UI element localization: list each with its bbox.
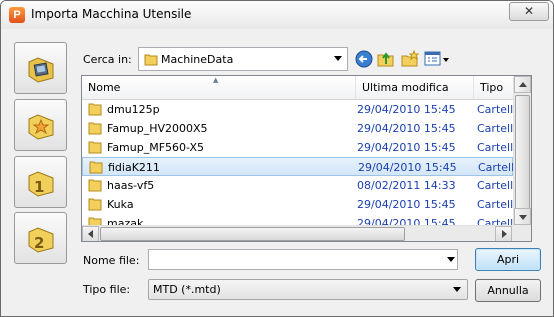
- scroll-right-button[interactable]: [495, 226, 512, 241]
- file-modified: 29/04/2010 15:45: [357, 103, 456, 116]
- folder-icon: [89, 161, 103, 174]
- folder-icon: [88, 122, 102, 135]
- file-name: Famup_MF560-X5: [107, 141, 204, 154]
- scroll-corner: [513, 225, 531, 241]
- folder-icon: [144, 54, 158, 66]
- file-modified: 08/02/2011 14:33: [357, 179, 456, 192]
- folder-1-icon: 1: [28, 171, 54, 197]
- lookin-dropdown[interactable]: MachineData: [138, 47, 348, 71]
- sort-ascending-icon: ▲: [213, 76, 219, 84]
- list-item[interactable]: fidiaK211 29/04/2010 15:45 Cartella d: [82, 157, 531, 176]
- file-name: haas-vf5: [107, 179, 155, 192]
- column-header-modified[interactable]: Ultima modifica: [356, 76, 474, 99]
- file-modified: 29/04/2010 15:45: [357, 141, 456, 154]
- scroll-down-button[interactable]: [514, 208, 531, 225]
- filetype-label: Tipo file:: [83, 283, 131, 296]
- file-name: Kuka: [107, 198, 134, 211]
- chevron-down-icon: [334, 56, 342, 61]
- horizontal-scrollbar[interactable]: [82, 225, 513, 241]
- vertical-scrollbar[interactable]: [513, 76, 531, 225]
- file-modified: 29/04/2010 15:45: [357, 198, 456, 211]
- place-folder-1-number: 1: [34, 178, 44, 196]
- list-header: Nome ▲ Ultima modifica Tipo: [82, 76, 531, 100]
- place-favorites-button[interactable]: [14, 99, 67, 151]
- lookin-label: Cerca in:: [83, 53, 132, 66]
- file-name: dmu125p: [107, 103, 160, 116]
- place-folder-1-button[interactable]: 1: [14, 156, 67, 208]
- folder-icon: [88, 141, 102, 154]
- lookin-value: MachineData: [161, 53, 234, 66]
- open-button[interactable]: Apri: [475, 248, 541, 271]
- title-bar[interactable]: P Importa Macchina Utensile ✕: [1, 1, 553, 29]
- filename-input[interactable]: [148, 249, 458, 270]
- chevron-down-icon: [453, 287, 461, 292]
- filename-label: Nome file:: [83, 254, 140, 267]
- list-item[interactable]: Kuka 29/04/2010 15:45 Cartella d: [82, 195, 530, 214]
- column-header-name[interactable]: Nome: [82, 76, 356, 99]
- up-folder-icon[interactable]: [377, 50, 395, 68]
- file-name: Famup_HV2000X5: [107, 122, 208, 135]
- place-folder-2-button[interactable]: 2: [14, 212, 67, 264]
- list-item[interactable]: Famup_MF560-X5 29/04/2010 15:45 Cartella d: [82, 138, 530, 157]
- file-modified: 29/04/2010 15:45: [357, 122, 456, 135]
- app-icon: P: [9, 7, 25, 23]
- list-item[interactable]: haas-vf5 08/02/2011 14:33 Cartella d: [82, 176, 530, 195]
- file-list[interactable]: Nome ▲ Ultima modifica Tipo dmu125p 29/04…: [81, 75, 532, 242]
- file-name: fidiaK211: [108, 161, 160, 174]
- horizontal-scroll-thumb[interactable]: [100, 227, 405, 241]
- new-folder-icon[interactable]: [401, 50, 419, 68]
- view-menu-icon[interactable]: [424, 50, 450, 68]
- folder-icon: [88, 103, 102, 116]
- folder-2-icon: 2: [28, 227, 54, 253]
- favorites-star-folder-icon: [28, 114, 54, 140]
- vertical-scroll-thumb[interactable]: [515, 95, 530, 211]
- filetype-select[interactable]: MTD (*.mtd): [148, 279, 468, 300]
- cancel-button[interactable]: Annulla: [475, 279, 541, 302]
- back-icon[interactable]: [355, 50, 373, 68]
- filetype-value: MTD (*.mtd): [153, 283, 221, 296]
- file-modified: 29/04/2010 15:45: [358, 161, 457, 174]
- scroll-up-button[interactable]: [514, 76, 531, 93]
- chevron-down-icon[interactable]: [447, 257, 455, 262]
- dialog-window: P Importa Macchina Utensile ✕ 1 2 Cerca …: [0, 0, 554, 317]
- place-recent-button[interactable]: [14, 42, 67, 94]
- window-title: Importa Macchina Utensile: [31, 7, 192, 21]
- folder-icon: [88, 198, 102, 211]
- place-folder-2-number: 2: [34, 234, 44, 252]
- scroll-left-button[interactable]: [82, 226, 99, 241]
- close-button[interactable]: ✕: [509, 2, 549, 21]
- recent-places-icon: [28, 57, 54, 83]
- folder-icon: [88, 179, 102, 192]
- list-item[interactable]: Famup_HV2000X5 29/04/2010 15:45 Cartella d: [82, 119, 530, 138]
- list-item[interactable]: dmu125p 29/04/2010 15:45 Cartella d: [82, 100, 530, 119]
